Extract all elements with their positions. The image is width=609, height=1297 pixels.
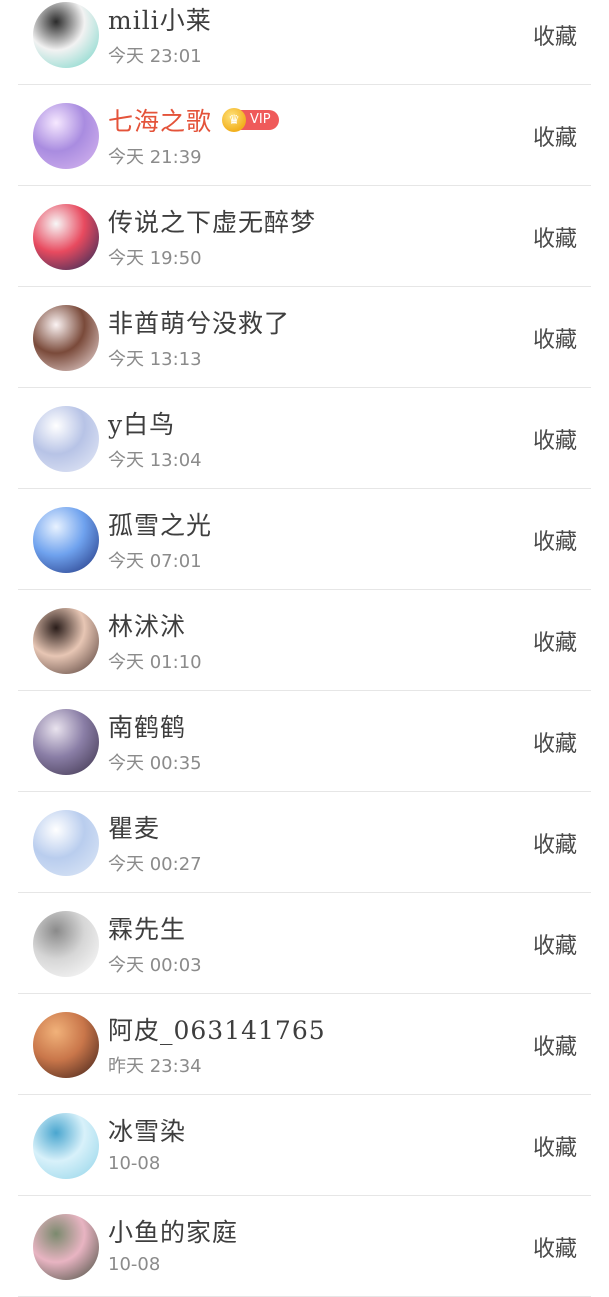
avatar-image — [33, 1113, 99, 1179]
avatar-image — [33, 507, 99, 573]
timestamp: 今天 23:01 — [108, 46, 202, 67]
user-name[interactable]: 非酋萌兮没救了 — [108, 304, 290, 340]
timestamp: 今天 07:01 — [108, 551, 202, 572]
follower-list: mili小莱 今天 23:01 收藏 七海之歌 ♛ VIP 今天 21:39 收藏… — [0, 0, 609, 1297]
timestamp: 今天 13:04 — [108, 450, 202, 471]
list-item[interactable]: 七海之歌 ♛ VIP 今天 21:39 收藏 — [18, 85, 591, 186]
name-line: 冰雪染 — [108, 1112, 186, 1148]
user-name[interactable]: 小鱼的家庭 — [108, 1213, 238, 1249]
avatar[interactable] — [33, 608, 99, 674]
timestamp: 今天 00:27 — [108, 854, 202, 875]
avatar-image — [33, 2, 99, 68]
favorite-button[interactable]: 收藏 — [533, 928, 577, 960]
list-item[interactable]: 孤雪之光 今天 07:01 收藏 — [18, 489, 591, 590]
list-item[interactable]: y白鸟 今天 13:04 收藏 — [18, 388, 591, 489]
avatar[interactable] — [33, 911, 99, 977]
name-line: 小鱼的家庭 — [108, 1213, 238, 1249]
avatar-image — [33, 709, 99, 775]
user-name[interactable]: mili小莱 — [108, 1, 212, 37]
favorite-button[interactable]: 收藏 — [533, 423, 577, 455]
favorite-button[interactable]: 收藏 — [533, 625, 577, 657]
avatar-image — [33, 1214, 99, 1280]
list-item[interactable]: 阿皮_063141765 昨天 23:34 收藏 — [18, 994, 591, 1095]
list-item[interactable]: mili小莱 今天 23:01 收藏 — [18, 0, 591, 85]
avatar-image — [33, 1012, 99, 1078]
avatar-image — [33, 305, 99, 371]
user-name[interactable]: 霖先生 — [108, 910, 186, 946]
avatar-image — [33, 103, 99, 169]
list-item[interactable]: 冰雪染 10-08 收藏 — [18, 1095, 591, 1196]
user-name[interactable]: 阿皮_063141765 — [108, 1011, 326, 1047]
list-item[interactable]: 南鹤鹤 今天 00:35 收藏 — [18, 691, 591, 792]
vip-badge[interactable]: ♛ VIP — [222, 108, 279, 132]
list-item[interactable]: 传说之下虚无醉梦 今天 19:50 收藏 — [18, 186, 591, 287]
avatar[interactable] — [33, 1113, 99, 1179]
name-line: y白鸟 — [108, 405, 175, 441]
name-line: 孤雪之光 — [108, 506, 212, 542]
list-item[interactable]: 林沭沭 今天 01:10 收藏 — [18, 590, 591, 691]
avatar-image — [33, 204, 99, 270]
user-name[interactable]: 七海之歌 — [108, 102, 212, 138]
favorite-button[interactable]: 收藏 — [533, 1029, 577, 1061]
favorite-button[interactable]: 收藏 — [533, 19, 577, 51]
user-name[interactable]: 瞿麦 — [108, 809, 160, 845]
favorite-button[interactable]: 收藏 — [533, 322, 577, 354]
favorite-button[interactable]: 收藏 — [533, 827, 577, 859]
user-name[interactable]: y白鸟 — [108, 405, 175, 441]
favorite-button[interactable]: 收藏 — [533, 120, 577, 152]
timestamp: 今天 00:03 — [108, 955, 202, 976]
name-line: mili小莱 — [108, 1, 212, 37]
timestamp: 今天 21:39 — [108, 147, 202, 168]
avatar-image — [33, 406, 99, 472]
name-line: 传说之下虚无醉梦 — [108, 203, 316, 239]
name-line: 林沭沭 — [108, 607, 186, 643]
list-item[interactable]: 霖先生 今天 00:03 收藏 — [18, 893, 591, 994]
name-line: 南鹤鹤 — [108, 708, 186, 744]
name-line: 瞿麦 — [108, 809, 160, 845]
avatar[interactable] — [33, 2, 99, 68]
avatar[interactable] — [33, 1012, 99, 1078]
avatar-image — [33, 608, 99, 674]
user-name[interactable]: 传说之下虚无醉梦 — [108, 203, 316, 239]
avatar[interactable] — [33, 1214, 99, 1280]
name-line: 阿皮_063141765 — [108, 1011, 326, 1047]
avatar[interactable] — [33, 810, 99, 876]
avatar[interactable] — [33, 305, 99, 371]
user-name[interactable]: 冰雪染 — [108, 1112, 186, 1148]
favorite-button[interactable]: 收藏 — [533, 221, 577, 253]
favorite-button[interactable]: 收藏 — [533, 524, 577, 556]
avatar[interactable] — [33, 103, 99, 169]
crown-icon: ♛ — [222, 108, 247, 132]
avatar[interactable] — [33, 204, 99, 270]
list-item[interactable]: 瞿麦 今天 00:27 收藏 — [18, 792, 591, 893]
name-line: 非酋萌兮没救了 — [108, 304, 290, 340]
avatar[interactable] — [33, 406, 99, 472]
user-name[interactable]: 孤雪之光 — [108, 506, 212, 542]
avatar[interactable] — [33, 507, 99, 573]
avatar[interactable] — [33, 709, 99, 775]
list-item[interactable]: 小鱼的家庭 10-08 收藏 — [18, 1196, 591, 1297]
name-line: 霖先生 — [108, 910, 186, 946]
user-name[interactable]: 林沭沭 — [108, 607, 186, 643]
avatar-image — [33, 810, 99, 876]
name-line: 七海之歌 ♛ VIP — [108, 102, 279, 138]
timestamp: 今天 00:35 — [108, 753, 202, 774]
timestamp: 10-08 — [108, 1153, 161, 1174]
timestamp: 10-08 — [108, 1254, 161, 1275]
timestamp: 昨天 23:34 — [108, 1056, 202, 1077]
favorite-button[interactable]: 收藏 — [533, 1130, 577, 1162]
avatar-image — [33, 911, 99, 977]
timestamp: 今天 01:10 — [108, 652, 202, 673]
user-name[interactable]: 南鹤鹤 — [108, 708, 186, 744]
favorite-button[interactable]: 收藏 — [533, 1231, 577, 1263]
timestamp: 今天 13:13 — [108, 349, 202, 370]
timestamp: 今天 19:50 — [108, 248, 202, 269]
list-item[interactable]: 非酋萌兮没救了 今天 13:13 收藏 — [18, 287, 591, 388]
favorite-button[interactable]: 收藏 — [533, 726, 577, 758]
